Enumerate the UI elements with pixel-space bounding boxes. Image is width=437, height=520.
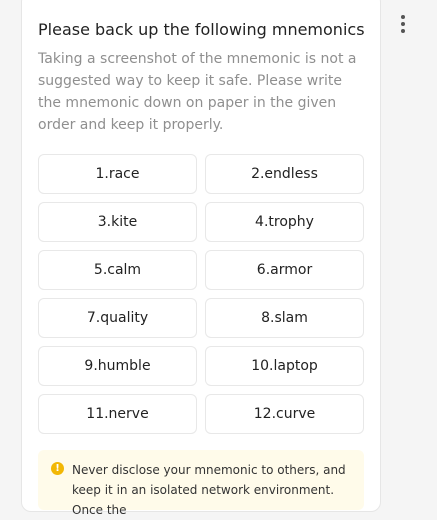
mnemonic-word: 4.trophy [205, 202, 364, 242]
page: Please back up the following mnemonics T… [0, 0, 437, 517]
mnemonic-grid: 1.race 2.endless 3.kite 4.trophy 5.calm … [38, 154, 364, 434]
mnemonic-word: 10.laptop [205, 346, 364, 386]
more-options-icon[interactable] [394, 12, 412, 36]
security-notice: ! Never disclose your mnemonic to others… [38, 450, 364, 517]
mnemonic-word: 6.armor [205, 250, 364, 290]
mnemonic-word: 12.curve [205, 394, 364, 434]
mnemonic-word: 2.endless [205, 154, 364, 194]
warning-icon: ! [51, 462, 64, 475]
security-notice-text: Never disclose your mnemonic to others, … [72, 463, 346, 517]
mnemonic-word: 11.nerve [38, 394, 197, 434]
mnemonic-word: 8.slam [205, 298, 364, 338]
mnemonic-word: 1.race [38, 154, 197, 194]
page-title: Please back up the following mnemonics [38, 20, 365, 39]
mnemonic-word: 5.calm [38, 250, 197, 290]
mnemonic-word: 9.humble [38, 346, 197, 386]
mnemonic-word: 3.kite [38, 202, 197, 242]
backup-description: Taking a screenshot of the mnemonic is n… [38, 51, 357, 133]
mnemonic-word: 7.quality [38, 298, 197, 338]
